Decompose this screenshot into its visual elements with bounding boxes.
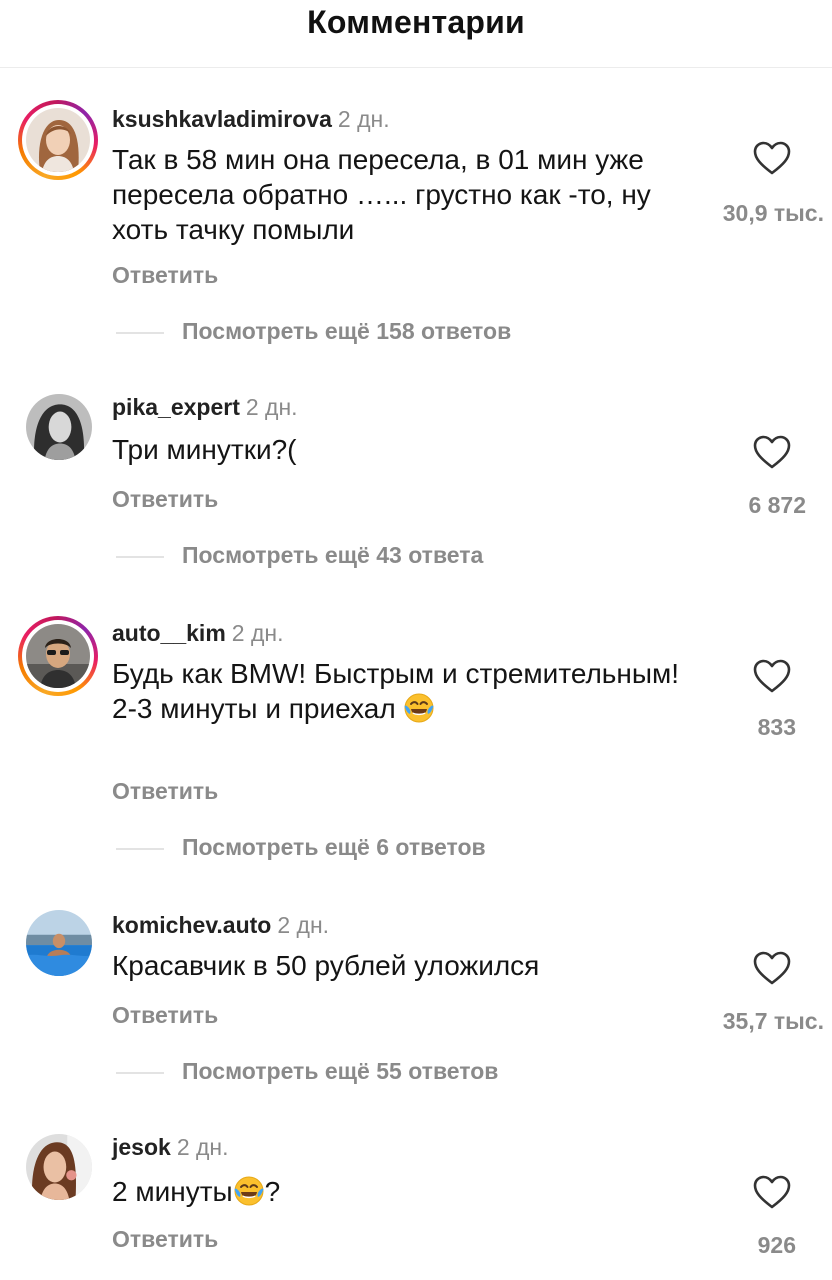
heart-icon bbox=[753, 435, 791, 469]
comment-text: Будь как BMW! Быстрым и стремительным! 2… bbox=[112, 656, 702, 726]
avatar[interactable] bbox=[26, 394, 92, 460]
view-replies-label: Посмотреть ещё 6 ответов bbox=[182, 834, 486, 860]
like-count: 833 bbox=[757, 714, 796, 740]
divider bbox=[116, 1072, 164, 1074]
comment-text: 2 минуты ? bbox=[112, 1174, 712, 1209]
timestamp: 2 дн. bbox=[245, 394, 298, 420]
username[interactable]: jesok bbox=[112, 1134, 171, 1160]
divider bbox=[116, 556, 164, 558]
face-with-tears-of-joy-icon bbox=[404, 693, 434, 723]
like-count: 35,7 тыс. bbox=[722, 1008, 824, 1034]
comment-text-content: Будь как BMW! Быстрым и стремительным! 2… bbox=[112, 658, 680, 724]
like-button[interactable] bbox=[752, 1174, 792, 1210]
like-count: 6 872 bbox=[748, 492, 806, 518]
view-replies-label: Посмотреть ещё 55 ответов bbox=[182, 1058, 499, 1084]
comment-meta: ksushkavladimirova 2 дн. bbox=[112, 106, 390, 133]
timestamp: 2 дн. bbox=[277, 912, 330, 938]
divider bbox=[116, 332, 164, 334]
like-button[interactable] bbox=[752, 658, 792, 694]
comment-text: Так в 58 мин она пересела, в 01 мин уже … bbox=[112, 144, 651, 245]
like-button[interactable] bbox=[752, 950, 792, 986]
comments-header: Комментарии bbox=[0, 0, 832, 68]
reply-button[interactable]: Ответить bbox=[112, 486, 218, 513]
face-with-tears-of-joy-icon bbox=[234, 1176, 264, 1206]
timestamp: 2 дн. bbox=[337, 106, 390, 132]
like-button[interactable] bbox=[752, 434, 792, 470]
heart-icon bbox=[753, 141, 791, 175]
like-count: 30,9 тыс. bbox=[722, 200, 824, 226]
heart-icon bbox=[753, 659, 791, 693]
reply-button[interactable]: Ответить bbox=[112, 778, 218, 805]
heart-icon bbox=[753, 1175, 791, 1209]
username[interactable]: ksushkavladimirova bbox=[112, 106, 332, 132]
comment-text: Три минутки?( bbox=[112, 434, 297, 465]
comment-text: Красавчик в 50 рублей уложился bbox=[112, 950, 540, 981]
like-button[interactable] bbox=[752, 140, 792, 176]
view-replies-label: Посмотреть ещё 158 ответов bbox=[182, 318, 512, 344]
timestamp: 2 дн. bbox=[231, 620, 284, 646]
username[interactable]: auto__kim bbox=[112, 620, 226, 646]
like-count: 926 bbox=[757, 1232, 796, 1258]
comment-text-before: 2 минуты bbox=[112, 1176, 233, 1207]
avatar bbox=[26, 624, 90, 688]
avatar bbox=[26, 108, 90, 172]
username[interactable]: pika_expert bbox=[112, 394, 240, 420]
reply-button[interactable]: Ответить bbox=[112, 262, 218, 289]
comment-text-after: ? bbox=[264, 1176, 281, 1207]
avatar[interactable] bbox=[26, 910, 92, 976]
comment-meta: komichev.auto 2 дн. bbox=[112, 912, 329, 939]
timestamp: 2 дн. bbox=[176, 1134, 229, 1160]
username[interactable]: komichev.auto bbox=[112, 912, 271, 938]
reply-button[interactable]: Ответить bbox=[112, 1002, 218, 1029]
divider bbox=[116, 848, 164, 850]
avatar-story-ring[interactable] bbox=[18, 616, 98, 696]
view-replies-label: Посмотреть ещё 43 ответа bbox=[182, 542, 484, 568]
comment-meta: auto__kim 2 дн. bbox=[112, 620, 283, 647]
page-title: Комментарии bbox=[307, 4, 525, 40]
comment-meta: jesok 2 дн. bbox=[112, 1134, 229, 1161]
reply-button[interactable]: Ответить bbox=[112, 1226, 218, 1253]
comment-meta: pika_expert 2 дн. bbox=[112, 394, 298, 421]
avatar[interactable] bbox=[26, 1134, 92, 1200]
avatar-story-ring[interactable] bbox=[18, 100, 98, 180]
heart-icon bbox=[753, 951, 791, 985]
